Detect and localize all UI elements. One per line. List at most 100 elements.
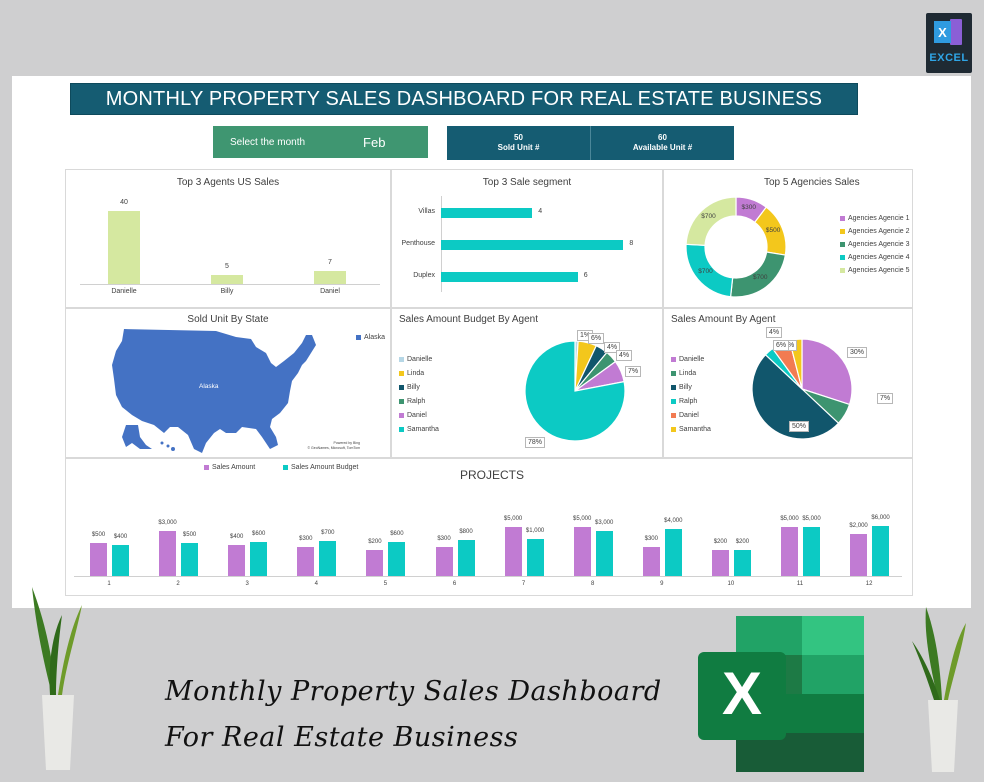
data-label: $3,000 [158,519,177,526]
legend-item: Samantha [671,426,711,433]
legend-label: Daniel [679,412,699,419]
legend-swatch [671,398,676,404]
bar [441,240,624,250]
legend-item: Billy [671,384,692,391]
bar-budget [112,545,129,576]
legend-label: Ralph [679,398,698,405]
data-label: $300 [437,536,451,543]
tick-label: 8 [591,581,595,587]
legend-swatch [399,370,404,376]
tick-label: 2 [176,581,180,587]
map-region-conterminous-us [112,329,316,453]
chart-agencies: Top 5 Agencies Sales $300 $500 $700 $700 $70… [663,169,913,308]
plant-right-decoration [912,607,966,772]
kpi-value: 50 [514,132,523,142]
legend-label: Daniel [407,412,427,419]
data-label: 4% [766,327,783,338]
data-label: $6,000 [871,514,890,521]
month-selector-value[interactable]: Feb [363,135,385,150]
legend-swatch [840,215,845,221]
chart-title: PROJECTS [460,468,525,482]
bar [441,208,533,218]
bar-sales [642,547,660,576]
legend-label: Sales Amount Budget [291,464,359,471]
data-label: $700 [752,273,768,281]
chart-sales-by-agent: Sales Amount By Agent 30% 7% 50%% 6% 4% Danie… [663,308,913,458]
data-label: $200 [735,539,750,546]
tick-label: Daniel [320,288,340,295]
bar [211,274,243,284]
legend-swatch [399,426,404,432]
bar-sales [366,550,384,576]
legend-item: Daniel [671,412,699,419]
data-label: $800 [459,529,473,536]
tick-label: Duplex [413,272,435,279]
data-label: $300 [644,536,658,543]
excel-logo-icon: X [698,616,864,772]
legend-label: Billy [407,384,420,391]
tick-label: 12 [865,581,873,587]
data-label: $200 [368,539,382,546]
data-label: $4,000 [664,517,683,524]
data-label: $3,000 [595,519,614,526]
legend-item: Linda [671,370,696,377]
map-region-label: Alaska [199,383,219,390]
legend-swatch [840,228,845,234]
map-attribution-2: © GeoNames, Microsoft, TomTom [307,446,361,450]
chart-title: Top 3 Sale segment [482,177,572,188]
tick-label: 9 [660,581,664,587]
data-label: 6 [583,272,588,279]
bar-sales [90,543,107,576]
map-region-alaska [122,425,152,449]
us-map[interactable] [66,309,392,459]
legend-swatch [399,384,404,390]
data-label: 78% [525,437,546,448]
legend-label: Agencies Agencie 1 [848,215,910,222]
dashboard-title: MONTHLY PROPERTY SALES DASHBOARD FOR REA… [70,83,858,115]
bar-budget [733,550,751,576]
donut-chart [685,196,787,298]
tick-label: Danielle [111,288,137,295]
tick-label: 4 [314,581,318,587]
bar-budget [388,542,406,576]
legend-item: Ralph [399,398,425,405]
legend-item: Agencies Agencie 4 [840,254,910,261]
legend-swatch [399,356,404,362]
legend-swatch [204,464,209,470]
month-selector[interactable]: Select the month Feb [213,126,428,158]
legend-label: Agencies Agencie 5 [848,267,910,274]
legend-swatch [671,356,676,362]
legend-item: Ralph [671,398,697,405]
data-label: 7% [877,393,894,404]
legend-item: Danielle [671,356,704,363]
bar-budget [664,528,682,576]
chart-sale-segment: Top 3 Sale segment 4 Villas 8 Penthouse 6 Dup… [391,169,663,308]
pie-chart [751,338,853,440]
bar [108,211,140,284]
legend-label: Linda [679,370,697,377]
legend-item: Danielle [399,356,432,363]
data-label: $1,000 [525,527,545,534]
legend-label: Samantha [679,426,711,433]
legend-swatch [671,412,676,418]
month-selector-label: Select the month [230,136,306,148]
bar-budget [526,538,544,576]
x-axis [74,576,902,577]
legend-item: Billy [399,384,420,391]
map-legend-item: Alaska [356,334,385,341]
tick-label: 7 [521,581,526,587]
data-label: $700 [698,267,713,275]
data-label: $700 [321,530,335,537]
legend-label: Agencies Agencie 2 [848,228,910,235]
data-label: $5,000 [503,515,523,522]
bar-budget [872,525,890,576]
legend-item: Linda [399,370,424,377]
tick-label: Penthouse [401,240,435,247]
bar-budget [803,526,820,576]
tick-label: 11 [796,581,804,587]
tick-label: 10 [727,581,735,587]
data-label: 4 [538,208,543,215]
chart-projects: PROJECTS Sales Amount Sales Amount Budge… [65,458,913,596]
data-label: $300 [741,204,756,212]
bar [314,271,346,284]
